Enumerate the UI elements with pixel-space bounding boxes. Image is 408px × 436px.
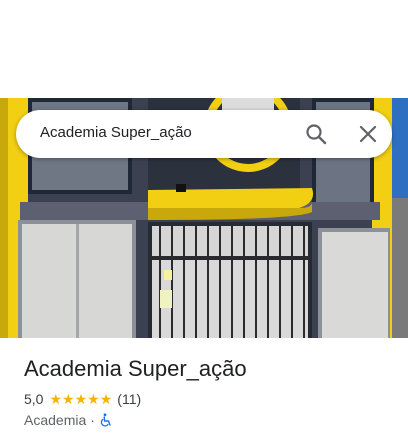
place-info-card[interactable]: Academia Super_ação 5,0 ★ ★ ★ ★ ★ (11) A… <box>0 338 408 436</box>
star-icon: ★ <box>49 391 63 407</box>
star-icon: ★ <box>99 391 113 407</box>
star-icon: ★ <box>87 391 100 407</box>
place-category: Academia <box>24 412 87 428</box>
place-title: Academia Super_ação <box>24 356 247 381</box>
star-rating: ★ ★ ★ ★ ★ <box>49 392 112 406</box>
search-input[interactable]: Academia Super_ação <box>40 124 192 141</box>
top-blank-area <box>0 0 408 98</box>
separator: · <box>90 412 95 428</box>
category-row: Academia · <box>24 412 113 428</box>
star-icon: ★ <box>74 391 88 407</box>
search-bar: Academia Super_ação <box>16 110 392 158</box>
rating-row[interactable]: 5,0 ★ ★ ★ ★ ★ (11) <box>24 391 141 407</box>
search-icon[interactable] <box>302 120 330 148</box>
rating-value: 5,0 <box>24 391 44 407</box>
star-icon: ★ <box>62 391 75 407</box>
review-count[interactable]: (11) <box>117 391 141 407</box>
wheelchair-icon <box>99 413 113 427</box>
close-icon[interactable] <box>354 120 382 148</box>
